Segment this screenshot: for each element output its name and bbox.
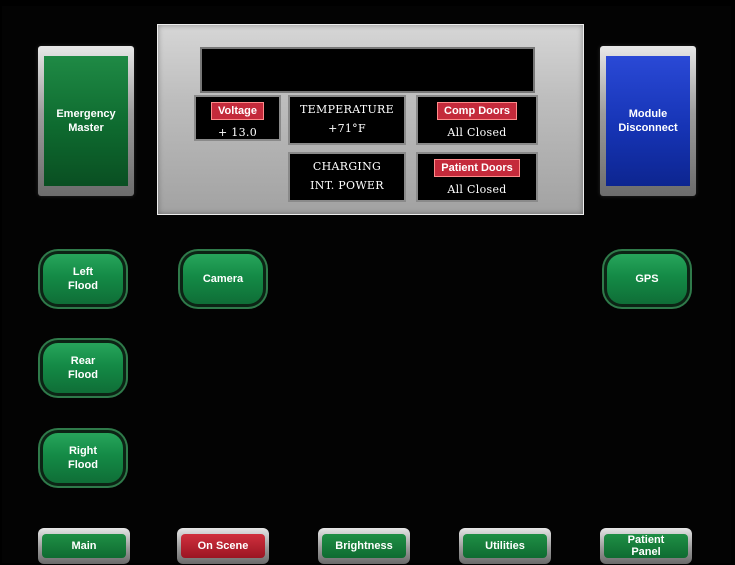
temperature-value: +71°F bbox=[328, 122, 366, 135]
voltage-label: Voltage bbox=[211, 102, 264, 120]
module-disconnect-bezel: Module Disconnect bbox=[600, 46, 696, 196]
nav-on-scene-bezel: On Scene bbox=[177, 528, 269, 564]
right-flood-frame: Right Flood bbox=[40, 430, 126, 486]
left-flood-frame: Left Flood bbox=[40, 251, 126, 307]
status-message-display bbox=[200, 47, 535, 93]
module-disconnect-button[interactable]: Module Disconnect bbox=[606, 56, 690, 186]
charging-box: CHARGING INT. POWER bbox=[288, 152, 406, 202]
emergency-master-bezel: Emergency Master bbox=[38, 46, 134, 196]
right-flood-button[interactable]: Right Flood bbox=[43, 433, 123, 483]
emergency-master-button[interactable]: Emergency Master bbox=[44, 56, 128, 186]
nav-utilities-bezel: Utilities bbox=[459, 528, 551, 564]
patient-doors-label: Patient Doors bbox=[434, 159, 520, 177]
nav-main-bezel: Main bbox=[38, 528, 130, 564]
camera-frame: Camera bbox=[180, 251, 266, 307]
nav-patient-panel-bezel: Patient Panel bbox=[600, 528, 692, 564]
nav-on-scene-button[interactable]: On Scene bbox=[181, 534, 265, 558]
left-flood-button[interactable]: Left Flood bbox=[43, 254, 123, 304]
temperature-label: TEMPERATURE bbox=[300, 103, 394, 116]
nav-main-button[interactable]: Main bbox=[42, 534, 126, 558]
nav-utilities-button[interactable]: Utilities bbox=[463, 534, 547, 558]
camera-button[interactable]: Camera bbox=[183, 254, 263, 304]
charging-value: INT. POWER bbox=[310, 179, 384, 192]
charging-label: CHARGING bbox=[312, 160, 382, 173]
comp-doors-value: All Closed bbox=[447, 126, 507, 139]
control-screen: Emergency Master Module Disconnect Volta… bbox=[0, 0, 735, 565]
gps-button[interactable]: GPS bbox=[607, 254, 687, 304]
nav-brightness-bezel: Brightness bbox=[318, 528, 410, 564]
voltage-box: Voltage + 13.0 bbox=[194, 95, 281, 141]
temperature-box: TEMPERATURE +71°F bbox=[288, 95, 406, 145]
status-panel: Voltage + 13.0 TEMPERATURE +71°F Comp Do… bbox=[157, 24, 584, 215]
nav-brightness-button[interactable]: Brightness bbox=[322, 534, 406, 558]
voltage-value: + 13.0 bbox=[217, 126, 257, 139]
patient-doors-box: Patient Doors All Closed bbox=[416, 152, 538, 202]
rear-flood-button[interactable]: Rear Flood bbox=[43, 343, 123, 393]
comp-doors-box: Comp Doors All Closed bbox=[416, 95, 538, 145]
comp-doors-label: Comp Doors bbox=[437, 102, 517, 120]
gps-frame: GPS bbox=[604, 251, 690, 307]
rear-flood-frame: Rear Flood bbox=[40, 340, 126, 396]
nav-patient-panel-button[interactable]: Patient Panel bbox=[604, 534, 688, 558]
patient-doors-value: All Closed bbox=[447, 183, 507, 196]
